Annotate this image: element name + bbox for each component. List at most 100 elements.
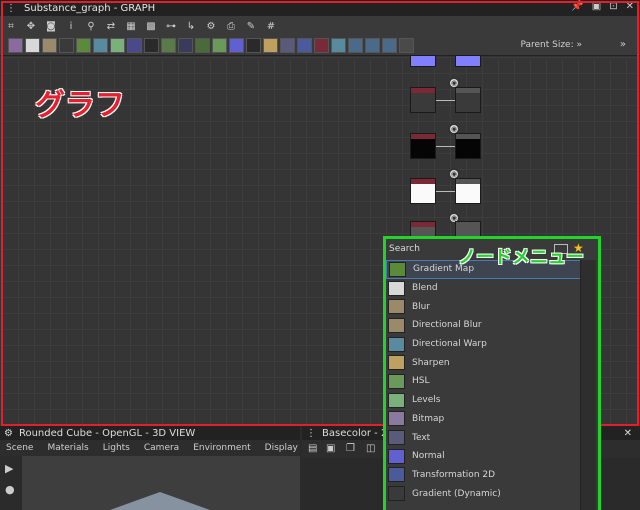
frame-node-icon[interactable] [399, 38, 414, 53]
grid-icon[interactable]: ▩ [144, 19, 158, 33]
tile-node-icon[interactable] [365, 38, 380, 53]
snap-grid-icon[interactable]: # [264, 19, 278, 33]
input-node-icon[interactable] [178, 38, 193, 53]
transform-node-icon[interactable] [297, 38, 312, 53]
camera-icon[interactable]: ▶ [5, 462, 22, 475]
sharpen-node-icon[interactable] [263, 38, 278, 53]
graph-titlebar: ⋮ Substance_graph - GRAPH 📌 ▣ ⊡ ✕ [0, 0, 640, 16]
view3d-menu-materials[interactable]: Materials [47, 443, 88, 453]
layout-icon[interactable]: ▦ [124, 19, 138, 33]
blend-icon [388, 280, 405, 296]
node-menu-item[interactable]: Sharpen [386, 353, 582, 372]
node-menu-item[interactable]: Directional Blur [386, 316, 582, 335]
parent-size-dropdown[interactable]: Parent Size: » [520, 40, 582, 50]
view3d-title: Rounded Cube - OpenGL - 3D VIEW [18, 427, 196, 439]
node-menu-item-label: Text [412, 432, 431, 443]
gear-icon[interactable]: ⚙ [204, 19, 218, 33]
camera-icon[interactable]: ◙ [44, 19, 58, 33]
export-icon[interactable]: ⎙ [224, 19, 238, 33]
gradient-map-node-icon[interactable] [161, 38, 176, 53]
info-icon[interactable]: i [64, 19, 78, 33]
node-menu-item[interactable]: Transformation 2D [386, 466, 582, 485]
link-icon[interactable]: ⇄ [104, 19, 118, 33]
graph-node-icon[interactable] [382, 38, 397, 53]
node-menu-item[interactable]: Normal [386, 447, 582, 466]
close-icon[interactable]: ✕ [626, 1, 634, 12]
node-menu-item[interactable]: Levels [386, 391, 582, 410]
node-link [436, 100, 455, 101]
graph-node[interactable] [455, 178, 481, 204]
levels-node-icon[interactable] [195, 38, 210, 53]
route-icon[interactable]: ↳ [184, 19, 198, 33]
view3d-menu-environment[interactable]: Environment [193, 443, 250, 453]
normal-node-icon[interactable] [229, 38, 244, 53]
copy-icon[interactable]: ❐ [346, 443, 355, 454]
node-menu-item[interactable]: HSL [386, 372, 582, 391]
node-menu-item-label: Sharpen [412, 357, 450, 368]
node-menu-item[interactable]: Directional Warp [386, 335, 582, 354]
view3d-tab[interactable]: ⚙ Rounded Cube - OpenGL - 3D VIEW [0, 426, 300, 440]
node-list: Gradient Map Blend Blur Directional Blur Dir… [386, 260, 582, 503]
view3d-menu-camera[interactable]: Camera [144, 443, 179, 453]
graph-node[interactable] [455, 55, 481, 67]
node-menu-item[interactable]: Gradient (Dynamic) [386, 484, 582, 503]
blend-node-icon[interactable] [25, 38, 40, 53]
node-menu-item-label: Levels [412, 395, 441, 406]
node-menu-scrollbar[interactable] [580, 260, 596, 510]
node-menu-item[interactable]: Text [386, 428, 582, 447]
basecolor-menu-icon[interactable]: ⋮ [306, 428, 316, 439]
toolbar-more-chevron[interactable]: » [620, 39, 626, 50]
graph-node[interactable] [410, 55, 436, 67]
connect-icon[interactable]: ⊶ [164, 19, 178, 33]
view3d-menu-display[interactable]: Display [265, 443, 298, 453]
output-node-icon[interactable] [144, 38, 159, 53]
graph-node[interactable] [410, 87, 436, 113]
basecolor-close-icon[interactable]: ✕ [624, 428, 632, 439]
node-menu-item[interactable]: Blend [386, 279, 582, 298]
shuffle-node-icon[interactable] [59, 38, 74, 53]
brush-icon[interactable]: ✎ [244, 19, 258, 33]
node-menu-item-label: Bitmap [412, 413, 445, 424]
move-icon[interactable]: ✥ [24, 19, 38, 33]
hsl-icon [388, 373, 405, 389]
graph-node[interactable] [455, 87, 481, 113]
export-image-icon[interactable]: ▣ [326, 443, 335, 454]
emboss-node-icon[interactable] [127, 38, 142, 53]
save-icon[interactable]: ▤ [308, 443, 317, 454]
graph-node[interactable] [455, 133, 481, 159]
view3d-menu-scene[interactable]: Scene [6, 443, 33, 453]
graph-menu-icon[interactable]: ⋮ [4, 1, 18, 15]
curve-node-icon[interactable] [76, 38, 91, 53]
graph-node[interactable] [410, 178, 436, 204]
view3d-menu-lights[interactable]: Lights [103, 443, 130, 453]
search-icon[interactable]: ⚲ [84, 19, 98, 33]
blur-node-icon[interactable] [42, 38, 57, 53]
restore-icon[interactable]: ▣ [592, 1, 601, 12]
fill-node-icon[interactable] [314, 38, 329, 53]
pin-icon[interactable]: 📌 [571, 1, 583, 12]
warp-node-icon[interactable] [93, 38, 108, 53]
gradient-node-icon[interactable] [110, 38, 125, 53]
hsl-node-icon[interactable] [212, 38, 227, 53]
node-menu-item[interactable]: Bitmap [386, 410, 582, 429]
fx-map-node-icon[interactable] [348, 38, 363, 53]
view3d-menu-icon[interactable]: ⚙ [4, 428, 13, 439]
node-link [436, 146, 455, 147]
graph-node[interactable] [410, 133, 436, 159]
pixel-processor-node-icon[interactable] [331, 38, 346, 53]
node-menu-item[interactable]: Blur [386, 297, 582, 316]
node-menu: ★ Gradient MapBlendBlurDirectional BlurD… [383, 236, 601, 510]
view3d-menubar: Scene Materials Lights Camera Environmen… [0, 440, 317, 456]
value-node-icon[interactable] [246, 38, 261, 53]
frame-icon[interactable]: ⌗ [4, 19, 18, 33]
node-menu-item-label: Directional Blur [412, 320, 482, 331]
maximize-icon[interactable]: ⊡ [609, 1, 617, 12]
parent-size-label: Parent Size: [520, 40, 574, 50]
bitmap-node-icon[interactable] [8, 38, 23, 53]
channels-icon[interactable]: ◫ [366, 443, 375, 454]
light-icon[interactable]: ● [5, 483, 22, 496]
text-node-icon[interactable] [280, 38, 295, 53]
cube-preview-shape [110, 492, 210, 510]
node-menu-item-label: Blend [412, 283, 438, 294]
sharpen-icon [388, 355, 405, 371]
